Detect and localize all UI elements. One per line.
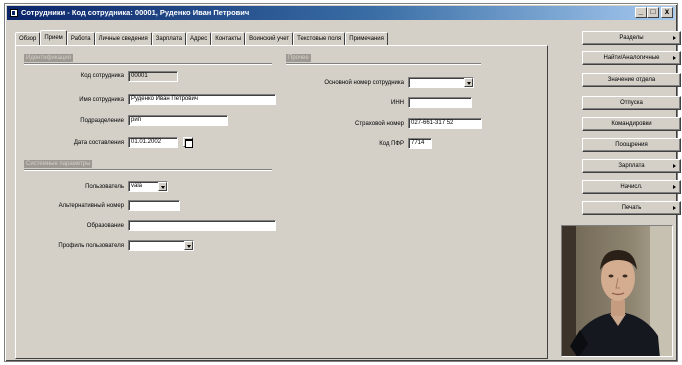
user-label: Пользователь [85,184,124,190]
tab-overview[interactable]: Обзор [15,32,41,45]
main-number-label: Основной номер сотрудника [324,80,404,86]
employee-code-label: Код сотрудника [80,73,124,79]
minimize-button[interactable]: _ [635,7,647,18]
profile-select[interactable] [128,240,194,251]
department-value-button-label: Значение отдела [607,77,656,83]
group-system-title: Системные параметры [24,160,93,168]
salary-button-label: Зарплата [618,163,645,169]
tab-address[interactable]: Адрес [186,32,212,45]
salary-button[interactable]: Зарплата [582,159,681,173]
find-similar-button[interactable]: Найти/Аналогичные [582,51,681,65]
inn-field[interactable] [408,97,472,108]
find-similar-button-label: Найти/Аналогичные [603,55,660,61]
tax-code-label: Код ПФР [379,141,404,147]
employee-window: Сотрудники - Код сотрудника: 00001, Руде… [4,3,681,362]
tab-salary[interactable]: Зарплата [151,32,187,45]
department-value-button[interactable]: Значение отдела [582,73,681,87]
group-system-divider [24,169,272,171]
sections-button[interactable]: Разделы [582,31,681,45]
insurance-number-field[interactable]: 027-661-317 52 [408,118,482,129]
tab-personal[interactable]: Личные сведения [94,32,152,45]
print-button[interactable]: Печать [582,201,681,215]
group-identification-title: Идентификация [24,54,73,62]
calendar-icon[interactable] [183,137,193,148]
chevron-down-icon[interactable] [158,182,167,191]
education-label: Образование [86,223,124,229]
tab-hiring[interactable]: Прием [40,30,67,45]
created-date-field[interactable]: 01.01.2002 [128,137,178,148]
business-trips-button-label: Командировки [611,121,652,127]
close-button[interactable]: x [661,7,673,18]
employee-photo [561,225,673,357]
maximize-button[interactable]: □ [647,7,659,18]
title-bar[interactable]: Сотрудники - Код сотрудника: 00001, Руде… [7,6,675,20]
arrow-right-icon [673,56,676,60]
window-title: Сотрудники - Код сотрудника: 00001, Руде… [21,8,250,17]
app-icon [10,9,18,17]
tab-military[interactable]: Воинский учет [245,32,294,45]
accruals-button-label: Начисл. [620,184,643,190]
tab-contacts[interactable]: Контакты [211,32,246,45]
group-payroll-divider [286,63,481,65]
tab-notes[interactable]: Примечания [345,32,388,45]
profile-label: Профиль пользователя [58,243,124,249]
tab-panel: Идентификация Код сотрудника 00001 Имя с… [15,45,548,359]
arrow-right-icon [673,206,676,210]
arrow-right-icon [673,36,676,40]
vacations-button-label: Отпуска [620,100,643,106]
user-select[interactable]: vala [128,181,168,192]
education-field[interactable] [128,220,276,231]
chevron-down-icon[interactable] [464,78,473,87]
created-date-label: Дата составления [73,140,124,146]
alt-number-label: Альтернативный номер [58,203,124,209]
arrow-right-icon [673,185,676,189]
accruals-button[interactable]: Начисл. [582,180,681,194]
chevron-down-icon[interactable] [184,241,193,250]
arrow-right-icon [673,164,676,168]
group-payroll-title: Прочее [286,54,311,62]
vacations-button[interactable]: Отпуска [582,96,681,110]
user-select-value: vala [131,183,143,189]
employee-code-field: 00001 [128,71,178,82]
employee-photo-image [562,226,672,356]
business-trips-button[interactable]: Командировки [582,117,681,131]
rewards-button[interactable]: Поощрения [582,138,681,152]
insurance-number-label: Страховой номер [355,121,404,127]
position-label: Подразделение [80,118,124,124]
position-field[interactable]: рип [128,115,228,126]
group-identification-divider [24,63,272,65]
employee-name-field[interactable]: Руденко Иван Петрович [128,94,276,105]
tab-text-fields[interactable]: Текстовые поля [293,32,346,45]
print-button-label: Печать [621,205,642,211]
tax-code-field[interactable]: 7714 [408,138,432,149]
tab-strip: Обзор Прием Работа Личные сведения Зарпл… [15,30,388,45]
window-controls: _ □ x [635,7,673,18]
employee-name-label: Имя сотрудника [79,97,124,103]
tab-work[interactable]: Работа [66,32,95,45]
rewards-button-label: Поощрения [615,142,648,148]
alt-number-field[interactable] [128,200,180,211]
sections-button-label: Разделы [619,35,644,41]
inn-label: ИНН [391,100,404,106]
main-number-select[interactable] [408,77,474,88]
